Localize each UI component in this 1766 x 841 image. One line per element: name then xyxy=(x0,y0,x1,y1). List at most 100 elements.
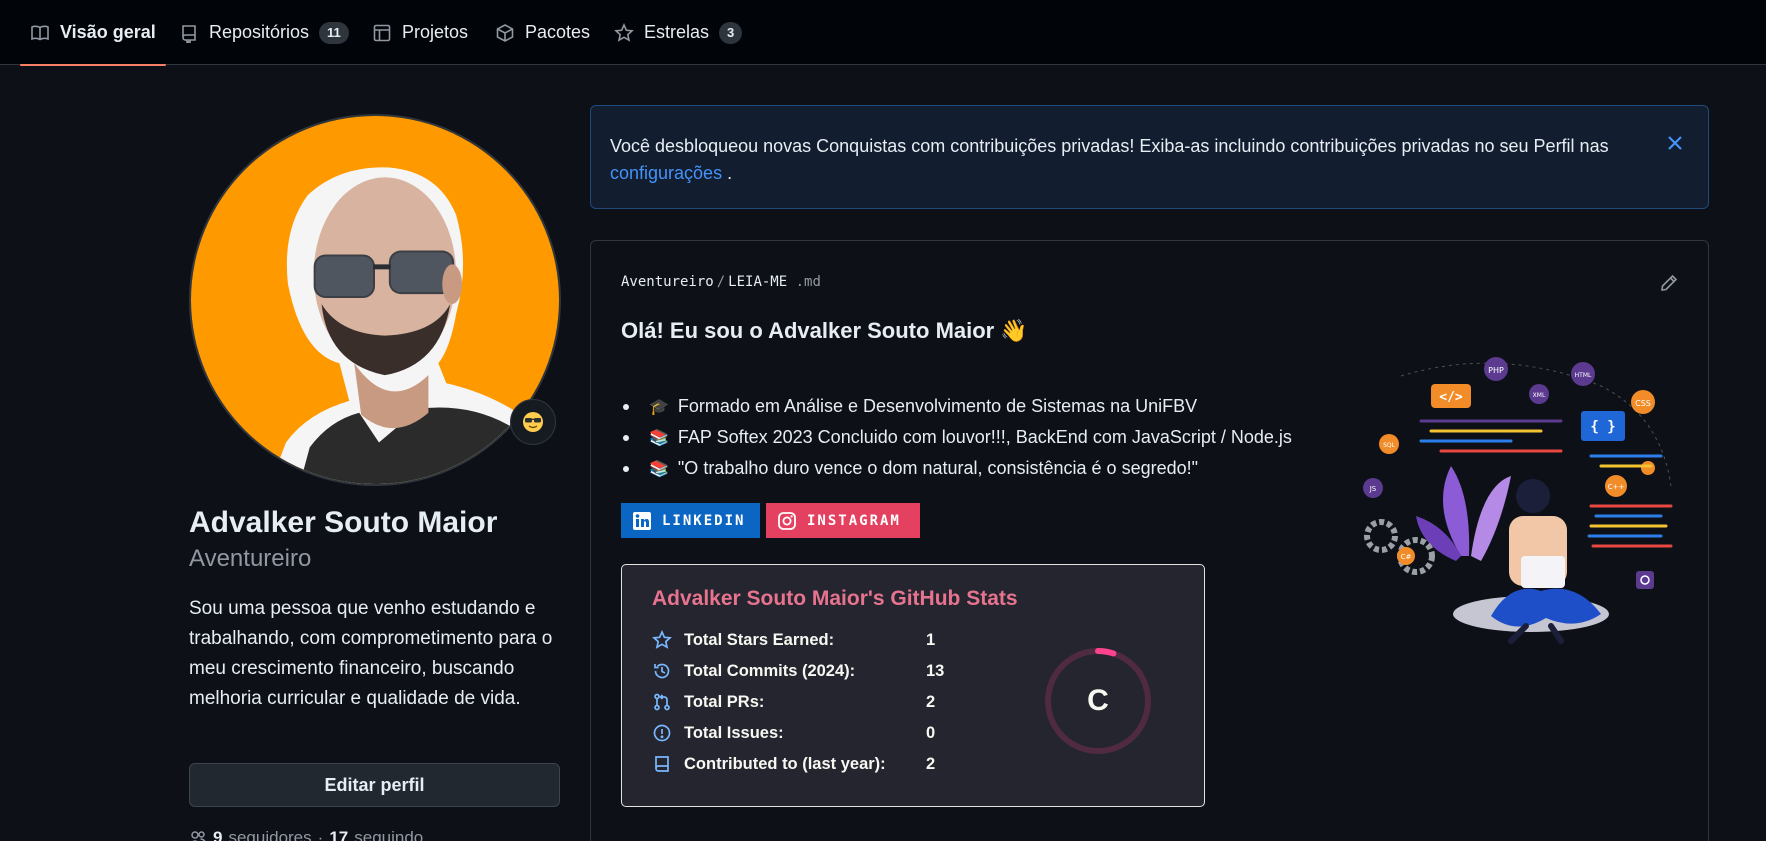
edit-profile-button[interactable]: Editar perfil xyxy=(189,763,560,807)
graduation-cap-icon: 🎓 xyxy=(649,398,669,416)
following-count[interactable]: 17 xyxy=(329,828,348,841)
close-icon xyxy=(1668,136,1682,150)
stats-row-commits: Total Commits (2024): 13 xyxy=(652,659,944,683)
stats-value: 2 xyxy=(926,692,936,711)
pull-request-icon xyxy=(654,693,670,711)
banner-suffix: . xyxy=(722,163,733,183)
stats-row-prs: Total PRs: 2 xyxy=(652,690,935,714)
readme-heading: Olá! Eu sou o Advalker Souto Maior 👋 xyxy=(621,318,1028,343)
rank-letter: C xyxy=(1087,684,1109,717)
linkedin-icon xyxy=(633,511,651,530)
profile-tab-nav: Visão geral Repositórios 11 Projetos Pac… xyxy=(0,0,1766,66)
tab-overview[interactable]: Visão geral xyxy=(20,0,166,66)
banner-message: Você desbloqueou novas Conquistas com co… xyxy=(610,133,1610,187)
stats-value: 13 xyxy=(926,661,945,680)
avatar-container xyxy=(189,114,561,486)
table-icon xyxy=(373,24,391,41)
linkedin-label: LINKEDIN xyxy=(662,512,746,529)
achievements-banner: Você desbloqueou novas Conquistas com co… xyxy=(590,105,1709,209)
svg-text:CSS: CSS xyxy=(1635,399,1651,408)
svg-text:{ }: { } xyxy=(1590,419,1615,435)
svg-text:C++: C++ xyxy=(1608,483,1625,491)
readme-file-link[interactable]: LEIA-ME xyxy=(728,274,787,290)
svg-text:JS: JS xyxy=(1369,485,1377,493)
following-label[interactable]: seguindo xyxy=(354,828,423,841)
banner-close-button[interactable] xyxy=(1661,129,1689,157)
social-badges: LINKEDIN INSTAGRAM xyxy=(621,503,920,538)
tab-stars[interactable]: Estrelas 3 xyxy=(614,0,743,65)
issue-icon xyxy=(653,724,671,742)
list-item-text: FAP Softex 2023 Concluido com louvor!!!,… xyxy=(677,427,1292,447)
list-item: 📚 FAP Softex 2023 Concluido com louvor!!!… xyxy=(621,422,1292,453)
profile-username: Aventureiro xyxy=(189,545,312,572)
stats-title: Advalker Souto Maior's GitHub Stats xyxy=(652,587,1018,610)
bullet-dot xyxy=(623,403,629,410)
tab-label: Visão geral xyxy=(60,22,156,42)
readme-owner-link[interactable]: Aventureiro xyxy=(621,274,714,290)
tab-repositories[interactable]: Repositórios 11 xyxy=(179,0,349,65)
repo-icon xyxy=(655,756,669,772)
profile-fullname: Advalker Souto Maior xyxy=(189,506,498,539)
list-item-text: "O trabalho duro vence o dom natural, co… xyxy=(677,458,1199,478)
edit-readme-button[interactable] xyxy=(1659,273,1683,297)
stats-value: 1 xyxy=(926,630,936,649)
svg-text:SQL: SQL xyxy=(1383,442,1396,449)
stats-row-contributed: Contributed to (last year): 2 xyxy=(652,752,935,776)
linkedin-badge[interactable]: LINKEDIN xyxy=(621,503,760,538)
profile-bio: Sou uma pessoa que venho estudando e tra… xyxy=(189,598,553,709)
tab-label: Estrelas xyxy=(644,22,710,42)
repo-icon xyxy=(182,24,196,43)
stats-value: 2 xyxy=(926,754,936,773)
readme-path: Aventureiro / LEIA-ME .md xyxy=(621,274,821,290)
stats-row-issues: Total Issues: 0 xyxy=(652,721,935,745)
readme-bullet-list: 🎓 Formado em Análise e Desenvolvimento de… xyxy=(621,391,1292,484)
stats-label: Total Issues: xyxy=(684,723,784,742)
path-separator: / xyxy=(716,274,726,290)
pencil-icon xyxy=(1661,274,1678,291)
people-icon xyxy=(191,831,206,841)
tab-label: Projetos xyxy=(402,22,469,42)
sunglasses-emoji-icon xyxy=(523,412,543,432)
instagram-badge[interactable]: INSTAGRAM xyxy=(766,503,920,538)
settings-link[interactable]: configurações xyxy=(610,163,722,183)
avatar[interactable] xyxy=(189,114,561,486)
status-emoji-button[interactable] xyxy=(510,399,556,445)
stats-row-stars: Total Stars Earned: 1 xyxy=(652,628,935,652)
stats-label: Total Commits (2024): xyxy=(684,661,856,680)
stats-label: Total PRs: xyxy=(684,692,765,711)
books-icon: 📚 xyxy=(649,460,669,478)
stats-value: 0 xyxy=(926,723,936,742)
package-icon xyxy=(496,23,514,42)
tab-label: Pacotes xyxy=(525,22,591,42)
readme-card: Aventureiro / LEIA-ME .md Olá! Eu sou o Ad… xyxy=(590,240,1709,841)
svg-text:HTML: HTML xyxy=(1575,372,1592,379)
svg-text:</>: </> xyxy=(1439,390,1463,405)
books-icon: 📚 xyxy=(649,429,669,447)
stars-count-badge: 3 xyxy=(719,21,743,44)
list-item: 🎓 Formado em Análise e Desenvolvimento de… xyxy=(621,391,1292,422)
instagram-label: INSTAGRAM xyxy=(807,512,901,529)
github-stats-card: Advalker Souto Maior's GitHub Stats Tota… xyxy=(621,564,1205,807)
stats-label: Contributed to (last year): xyxy=(684,754,886,773)
list-item-text: Formado em Análise e Desenvolvimento de … xyxy=(677,396,1198,416)
instagram-icon xyxy=(778,511,796,530)
tab-label: Repositórios xyxy=(209,22,310,42)
tab-projects[interactable]: Projetos xyxy=(372,0,468,65)
svg-text:C#: C# xyxy=(1401,553,1412,561)
follow-stats: 9 seguidores · 17 seguindo xyxy=(189,828,423,841)
bullet-dot xyxy=(623,465,629,472)
stats-label: Total Stars Earned: xyxy=(684,630,835,649)
svg-text:PHP: PHP xyxy=(1488,366,1504,375)
history-icon xyxy=(654,663,670,679)
developer-illustration-icon: </> PHP XML HTML CSS { } SQL JS C++ C# xyxy=(1363,357,1673,644)
follow-separator: · xyxy=(317,828,324,841)
followers-count[interactable]: 9 xyxy=(213,828,222,841)
star-icon xyxy=(614,22,634,42)
tab-packages[interactable]: Pacotes xyxy=(495,0,590,65)
svg-text:XML: XML xyxy=(1533,392,1546,399)
rank-ring: C xyxy=(1042,645,1154,757)
followers-label[interactable]: seguidores xyxy=(228,828,311,841)
readme-extension: .md xyxy=(795,274,821,290)
banner-text: Você desbloqueou novas Conquistas com co… xyxy=(610,136,1609,156)
star-icon xyxy=(652,630,672,649)
